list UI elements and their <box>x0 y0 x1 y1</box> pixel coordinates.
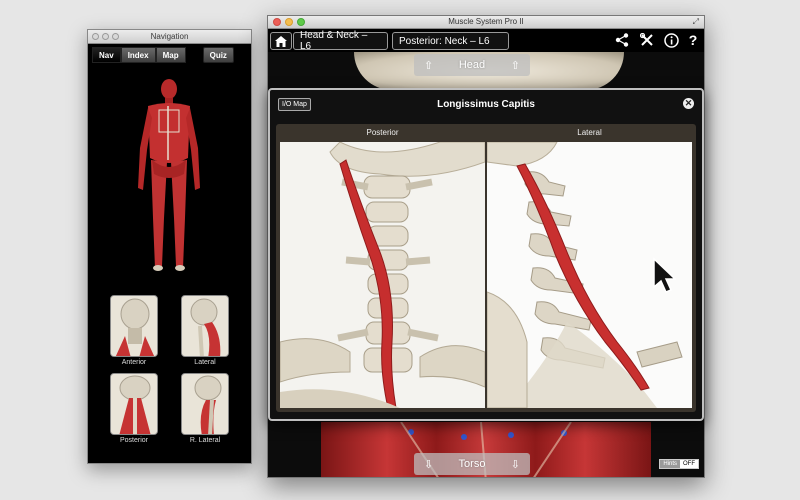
thumbnail-lateral[interactable] <box>181 295 229 357</box>
hints-label: Hints <box>660 460 680 468</box>
torso-label: Torso <box>458 458 486 470</box>
close-window-button[interactable] <box>273 18 281 26</box>
nav-up-head-button[interactable]: ⇧ Head ⇧ <box>414 54 530 76</box>
share-icon[interactable] <box>613 31 631 49</box>
views-container: Posterior Lateral <box>276 124 696 412</box>
tab-index[interactable]: Index <box>120 47 156 63</box>
thumbnail-label-lateral: Lateral <box>194 359 216 366</box>
help-icon[interactable]: ? <box>684 31 702 49</box>
zoom-window-button[interactable] <box>297 18 305 26</box>
home-icon <box>275 35 287 47</box>
thumbnail-label-posterior: Posterior <box>119 437 148 444</box>
arrow-up-icon: ⇧ <box>424 59 434 72</box>
thumbnail-posterior[interactable] <box>110 373 158 435</box>
tab-map[interactable]: Map <box>155 47 186 63</box>
head-label: Head <box>458 59 486 71</box>
thumbnail-label-anterior: Anterior <box>121 359 147 366</box>
quiz-button[interactable]: Quiz <box>202 47 234 63</box>
thumbnail-r-lateral[interactable] <box>181 373 229 435</box>
tools-icon[interactable] <box>638 31 656 49</box>
view-label-lateral: Lateral <box>577 128 602 137</box>
info-icon[interactable] <box>662 31 680 49</box>
breadcrumb-posterior-neck[interactable]: Posterior: Neck – L6 <box>392 32 509 50</box>
toolbar: Head & Neck – L6 Posterior: Neck – L6 ? <box>268 29 704 52</box>
hints-toggle[interactable]: Hints OFF <box>659 459 699 469</box>
close-window-button[interactable] <box>92 33 99 40</box>
minimize-window-button[interactable] <box>285 18 293 26</box>
zoom-window-button[interactable] <box>112 33 119 40</box>
minimize-window-button[interactable] <box>102 33 109 40</box>
view-label-posterior: Posterior <box>366 128 399 137</box>
close-icon[interactable]: ✕ <box>683 98 694 109</box>
io-map-button[interactable]: I/O Map <box>278 98 311 111</box>
app-title: Muscle System Pro II <box>448 17 524 26</box>
arrow-down-icon: ⇩ <box>510 458 520 471</box>
hints-state: OFF <box>683 461 695 467</box>
nav-down-torso-button[interactable]: ⇩ Torso ⇩ <box>414 453 530 475</box>
main-titlebar[interactable]: Muscle System Pro II ⤢ <box>268 16 704 29</box>
thumbnail-anterior[interactable] <box>110 295 158 357</box>
breadcrumb-head-neck[interactable]: Head & Neck – L6 <box>293 30 388 52</box>
muscle-title: Longissimus Capitis <box>437 98 535 110</box>
home-button[interactable] <box>270 32 292 50</box>
mouse-cursor-icon <box>653 257 676 293</box>
thumbnail-label-r-lateral: R. Lateral <box>189 437 221 444</box>
arrow-up-icon: ⇧ <box>510 59 520 72</box>
navigation-window: Navigation Nav Index Map Quiz Anterior L… <box>87 29 252 464</box>
arrow-down-icon: ⇩ <box>424 458 434 471</box>
tab-nav[interactable]: Nav <box>92 47 121 63</box>
navigation-tabs: Nav Index Map Quiz <box>92 47 234 63</box>
fullscreen-icon[interactable]: ⤢ <box>693 17 699 27</box>
navigation-titlebar[interactable]: Navigation <box>88 30 251 44</box>
muscle-detail-panel: Longissimus Capitis I/O Map ✕ Posterior … <box>268 88 704 421</box>
body-figure[interactable] <box>134 78 204 273</box>
posterior-view-image[interactable] <box>280 142 485 408</box>
